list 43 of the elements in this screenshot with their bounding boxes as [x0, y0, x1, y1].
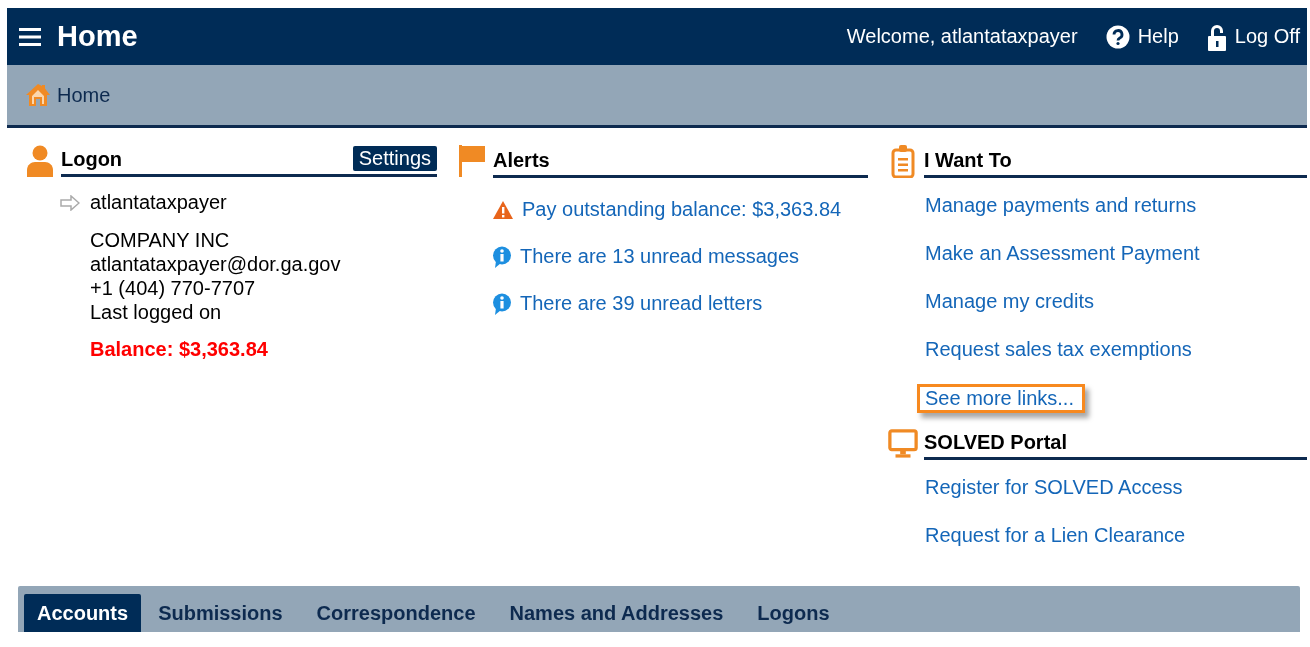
arrow-icon — [60, 194, 80, 211]
alert-link[interactable]: There are 13 unread messages — [520, 245, 800, 268]
warning-icon — [492, 199, 514, 220]
padlock-icon — [1206, 22, 1227, 51]
log-off-link[interactable]: Log Off — [1234, 25, 1300, 48]
monitor-icon — [888, 428, 918, 460]
account-detail: COMPANY INC — [90, 228, 231, 252]
tab[interactable]: Accounts — [24, 594, 142, 632]
section-title: Alerts — [493, 149, 550, 173]
action-link[interactable]: Request sales tax exemptions — [925, 336, 1192, 364]
page-title: Home — [57, 20, 139, 53]
menu-icon[interactable] — [19, 27, 41, 46]
section-title: I Want To — [924, 149, 1012, 173]
account-detail: atlantataxpayer@dor.ga.gov — [90, 252, 342, 276]
account-detail: +1 (404) 770-7707 — [90, 276, 257, 300]
alert-link[interactable]: Pay outstanding balance: $3,363.84 — [522, 198, 842, 221]
action-link[interactable]: Register for SOLVED Access — [925, 474, 1183, 502]
action-link[interactable]: See more links... — [917, 384, 1085, 413]
action-link[interactable]: Manage my credits — [925, 288, 1094, 316]
tab[interactable]: Logons — [740, 594, 847, 632]
flag-icon — [458, 144, 486, 178]
help-link[interactable]: Help — [1137, 25, 1179, 48]
tab[interactable]: Correspondence — [299, 594, 493, 632]
tab[interactable]: Names and Addresses — [492, 594, 741, 632]
breadcrumb-item[interactable]: Home — [57, 83, 111, 107]
action-link[interactable]: Manage payments and returns — [925, 192, 1197, 220]
settings-button[interactable]: Settings — [352, 146, 437, 171]
section-title: SOLVED Portal — [924, 431, 1067, 455]
alert-link[interactable]: There are 39 unread letters — [520, 292, 763, 315]
username: atlantataxpayer — [90, 191, 227, 214]
balance-text: Balance: $3,363.84 — [90, 338, 269, 361]
tab[interactable]: Submissions — [141, 594, 300, 632]
home-icon — [25, 83, 51, 107]
clipboard-icon — [891, 144, 915, 178]
help-icon — [1105, 24, 1130, 49]
action-link[interactable]: Make an Assessment Payment — [925, 240, 1200, 268]
account-detail: Last logged on — [90, 300, 223, 324]
info-icon — [492, 292, 512, 315]
action-link[interactable]: Request for a Lien Clearance — [925, 522, 1186, 550]
info-icon — [492, 245, 512, 268]
welcome-text: Welcome, atlantataxpayer — [846, 25, 1078, 48]
person-icon — [26, 145, 54, 177]
section-title: Logon — [61, 148, 123, 172]
